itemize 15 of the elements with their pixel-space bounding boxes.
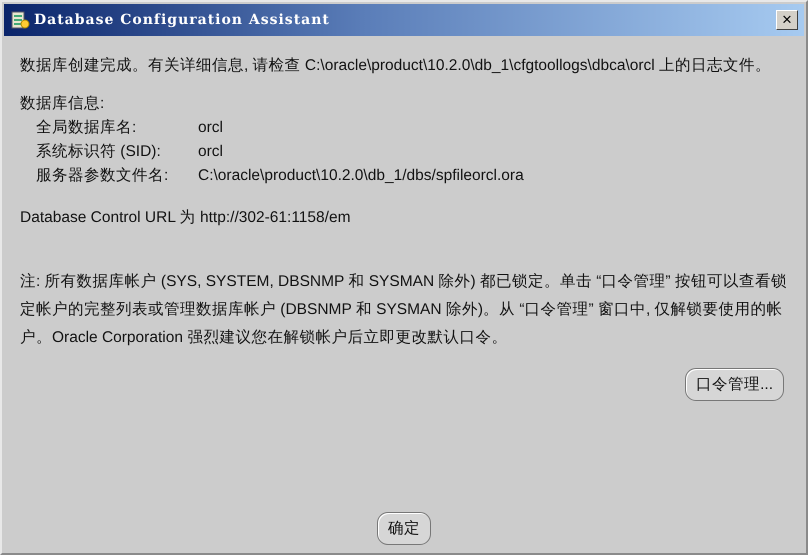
app-icon (10, 10, 30, 30)
completion-message: 数据库创建完成。有关详细信息, 请检查 C:\oracle\product\10.2.0\db_1\cfgtoollogs\dbca\orcl 上的日志文件。 (20, 56, 772, 76)
field-value: C:\oracle\product\10.2.0\db_1/dbs/spfileorcl.ora (198, 166, 524, 186)
ok-button[interactable]: 确定 (377, 512, 431, 545)
window-title: Database Configuration Assistant (34, 10, 330, 30)
field-label: 系统标识符 (SID): (36, 142, 162, 162)
field-label: 全局数据库名: (36, 118, 138, 138)
field-value: orcl (198, 118, 223, 138)
url-text: Database Control URL 为 http://302-61:1158/em (20, 208, 352, 228)
password-management-button[interactable]: 口令管理... (685, 368, 784, 402)
field-value: orcl (198, 142, 223, 162)
info-heading: 数据库信息: (20, 94, 106, 114)
close-button[interactable]: × (776, 10, 798, 30)
field-label: 服务器参数文件名: (36, 166, 170, 186)
note-text: 注: 所有数据库帐户 (SYS, SYSTEM, DBSNMP 和 SYSMAN 除外) 都已锁定。单击 “口令管理” 按钮可以查看锁定帐户的完整列表或管理数据库帐户 (DBSNMP 和 SYSMAN 除外)。从 “口令管理” 窗口中, 仅解锁要使用的帐户。Oracle Corporation 强烈建议您在解锁帐户后立即更改默认口令。 (20, 272, 788, 348)
